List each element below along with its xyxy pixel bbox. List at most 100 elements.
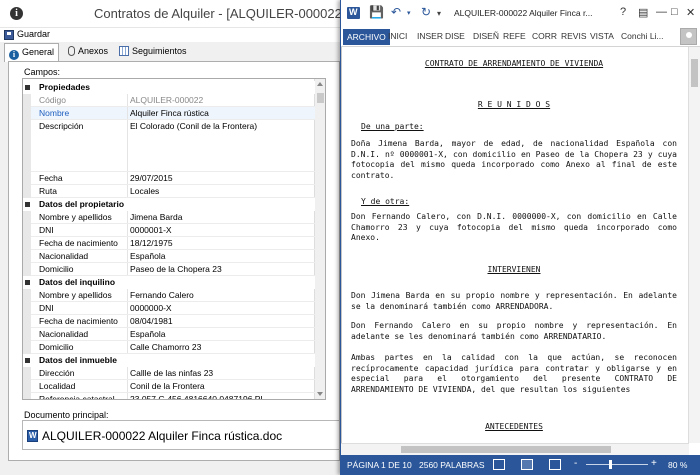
collapse-icon[interactable] <box>25 202 30 207</box>
grid-row[interactable]: Nacionalidad Española <box>23 328 315 341</box>
zoom-slider-knob[interactable] <box>609 460 612 469</box>
grid-row[interactable]: Fecha 29/07/2015 <box>23 172 315 185</box>
ribbon-tab[interactable]: CORR <box>532 31 557 41</box>
word-count[interactable]: 2560 PALABRAS <box>419 460 485 470</box>
document-paragraph: R E U N I D O S <box>477 100 551 109</box>
user-avatar[interactable] <box>680 28 697 45</box>
collapse-icon[interactable] <box>25 85 30 90</box>
grid-row[interactable]: DNI 0000000-X <box>23 302 315 315</box>
tab-anexos[interactable]: Anexos <box>64 43 112 61</box>
ribbon-options-icon[interactable]: ▤ <box>638 6 648 19</box>
grid-scrollbar[interactable] <box>314 79 325 399</box>
field-value[interactable]: 23 057 G 456 4816640 0487196 PL <box>130 393 315 399</box>
collapse-icon[interactable] <box>25 280 30 285</box>
row-gutter <box>23 224 31 237</box>
redo-icon[interactable]: ↻ <box>421 5 431 19</box>
row-gutter <box>23 328 31 341</box>
grid-row[interactable]: Localidad Conil de la Frontera <box>23 380 315 393</box>
grid-section-header[interactable]: Datos del propietario <box>23 198 315 211</box>
document-horizontal-scrollbar[interactable] <box>341 443 689 455</box>
zoom-slider[interactable] <box>586 464 648 465</box>
help-button[interactable]: ? <box>620 6 626 18</box>
save-button[interactable]: Guardar <box>17 29 50 39</box>
horizontal-scroll-thumb[interactable] <box>401 446 611 453</box>
close-icon[interactable]: ✕ <box>686 6 695 19</box>
scroll-up-icon[interactable] <box>317 82 323 86</box>
word-window: 💾 ↶ ▾ ↻ ▾ ALQUILER-000022 Alquiler Finca… <box>340 0 700 475</box>
undo-dropdown-icon[interactable]: ▾ <box>407 9 411 17</box>
grid-row[interactable]: Domicilio Calle Chamorro 23 <box>23 341 315 354</box>
read-mode-icon[interactable] <box>493 459 505 470</box>
document-vertical-scrollbar[interactable] <box>688 47 700 443</box>
grid-section-header[interactable]: Datos del inmueble <box>23 354 315 367</box>
row-gutter <box>23 237 31 250</box>
fields-group-label: Campos: <box>24 67 61 77</box>
page-count[interactable]: PÁGINA 1 DE 10 <box>347 460 412 470</box>
grid-row[interactable]: Dirección Callle de las ninfas 23 <box>23 367 315 380</box>
grid-section-title: Datos del inmueble <box>39 355 117 365</box>
row-gutter <box>23 315 31 328</box>
row-gutter <box>23 250 31 263</box>
grid-row[interactable]: Descripción El Colorado (Conil de la Fron… <box>23 120 315 172</box>
minimize-icon[interactable]: — <box>656 6 667 18</box>
row-gutter <box>23 393 31 399</box>
info-icon: i <box>9 50 19 60</box>
grid-row[interactable]: Ruta Locales <box>23 185 315 198</box>
field-label: Descripción <box>39 121 84 131</box>
grid-row[interactable]: Nombre Alquiler Finca rústica <box>23 107 315 120</box>
row-gutter <box>23 211 31 224</box>
row-gutter <box>23 94 31 107</box>
ribbon-tab[interactable]: Conchi Li... <box>621 31 664 41</box>
collapse-icon[interactable] <box>25 358 30 363</box>
save-icon[interactable]: 💾 <box>369 5 384 19</box>
ribbon-tab[interactable]: DISEÑ <box>473 31 499 41</box>
grid-row[interactable]: Referencia catastral 23 057 G 456 4816640… <box>23 393 315 399</box>
column-divider <box>127 120 128 172</box>
grid-row[interactable]: Nombre y apellidos Fernando Calero <box>23 289 315 302</box>
paperclip-icon <box>68 46 75 56</box>
grid-row[interactable]: Código ALQUILER-000022 <box>23 94 315 107</box>
zoom-in-button[interactable]: + <box>651 458 657 469</box>
customize-toolbar-icon[interactable]: ▾ <box>437 9 441 18</box>
ribbon-tab[interactable]: DISE <box>445 31 465 41</box>
document-page[interactable]: CONTRATO DE ARRENDAMIENTO DE VIVIENDA R E… <box>341 47 689 457</box>
ribbon-tab[interactable]: INSER <box>417 31 443 41</box>
property-grid[interactable]: Propiedades Código ALQUILER-000022 Nombre Al… <box>22 78 326 400</box>
zoom-out-button[interactable]: - <box>574 458 577 469</box>
grid-row[interactable]: Domicilio Paseo de la Chopera 23 <box>23 263 315 276</box>
print-layout-icon[interactable] <box>521 459 533 470</box>
main-document-field[interactable]: ALQUILER-000022 Alquiler Finca rústica.d… <box>22 420 340 450</box>
maximize-icon[interactable]: □ <box>671 6 678 18</box>
ribbon-tab[interactable]: REVIS <box>561 31 587 41</box>
grid-row[interactable]: Nacionalidad Española <box>23 250 315 263</box>
field-value[interactable]: El Colorado (Conil de la Frontera) <box>130 120 315 133</box>
ribbon-tab[interactable]: REFE <box>503 31 526 41</box>
scroll-thumb[interactable] <box>317 93 324 103</box>
vertical-scroll-thumb[interactable] <box>691 59 698 87</box>
ribbon-tab[interactable]: ARCHIVO <box>343 29 390 45</box>
ribbon-tab[interactable]: VISTA <box>590 31 614 41</box>
grid-row[interactable]: Fecha de nacimiento 18/12/1975 <box>23 237 315 250</box>
info-icon[interactable]: i <box>10 7 23 20</box>
grid-row[interactable]: DNI 0000001-X <box>23 224 315 237</box>
document-paragraph: Doña Jimena Barda, mayor de edad, de nac… <box>351 139 677 180</box>
grid-section-title: Datos del propietario <box>39 199 125 209</box>
row-gutter <box>23 302 31 315</box>
undo-icon[interactable]: ↶ <box>391 5 401 19</box>
scroll-down-icon[interactable] <box>317 392 323 396</box>
row-gutter <box>23 172 31 185</box>
web-layout-icon[interactable] <box>549 459 561 470</box>
tab-seguimientos[interactable]: Seguimientos <box>115 43 191 61</box>
row-gutter <box>23 120 31 172</box>
grid-row[interactable]: Fecha de nacimiento 08/04/1981 <box>23 315 315 328</box>
ribbon-tab[interactable]: INICI <box>388 31 407 41</box>
grid-section-header[interactable]: Propiedades <box>23 81 315 94</box>
save-icon[interactable] <box>4 30 14 40</box>
tab-general[interactable]: i General <box>4 43 60 62</box>
row-gutter <box>23 380 31 393</box>
grid-section-header[interactable]: Datos del inquilino <box>23 276 315 289</box>
zoom-level[interactable]: 80 % <box>668 460 687 470</box>
row-gutter <box>23 107 31 120</box>
main-document-filename[interactable]: ALQUILER-000022 Alquiler Finca rústica.d… <box>42 429 282 443</box>
grid-row[interactable]: Nombre y apellidos Jimena Barda <box>23 211 315 224</box>
